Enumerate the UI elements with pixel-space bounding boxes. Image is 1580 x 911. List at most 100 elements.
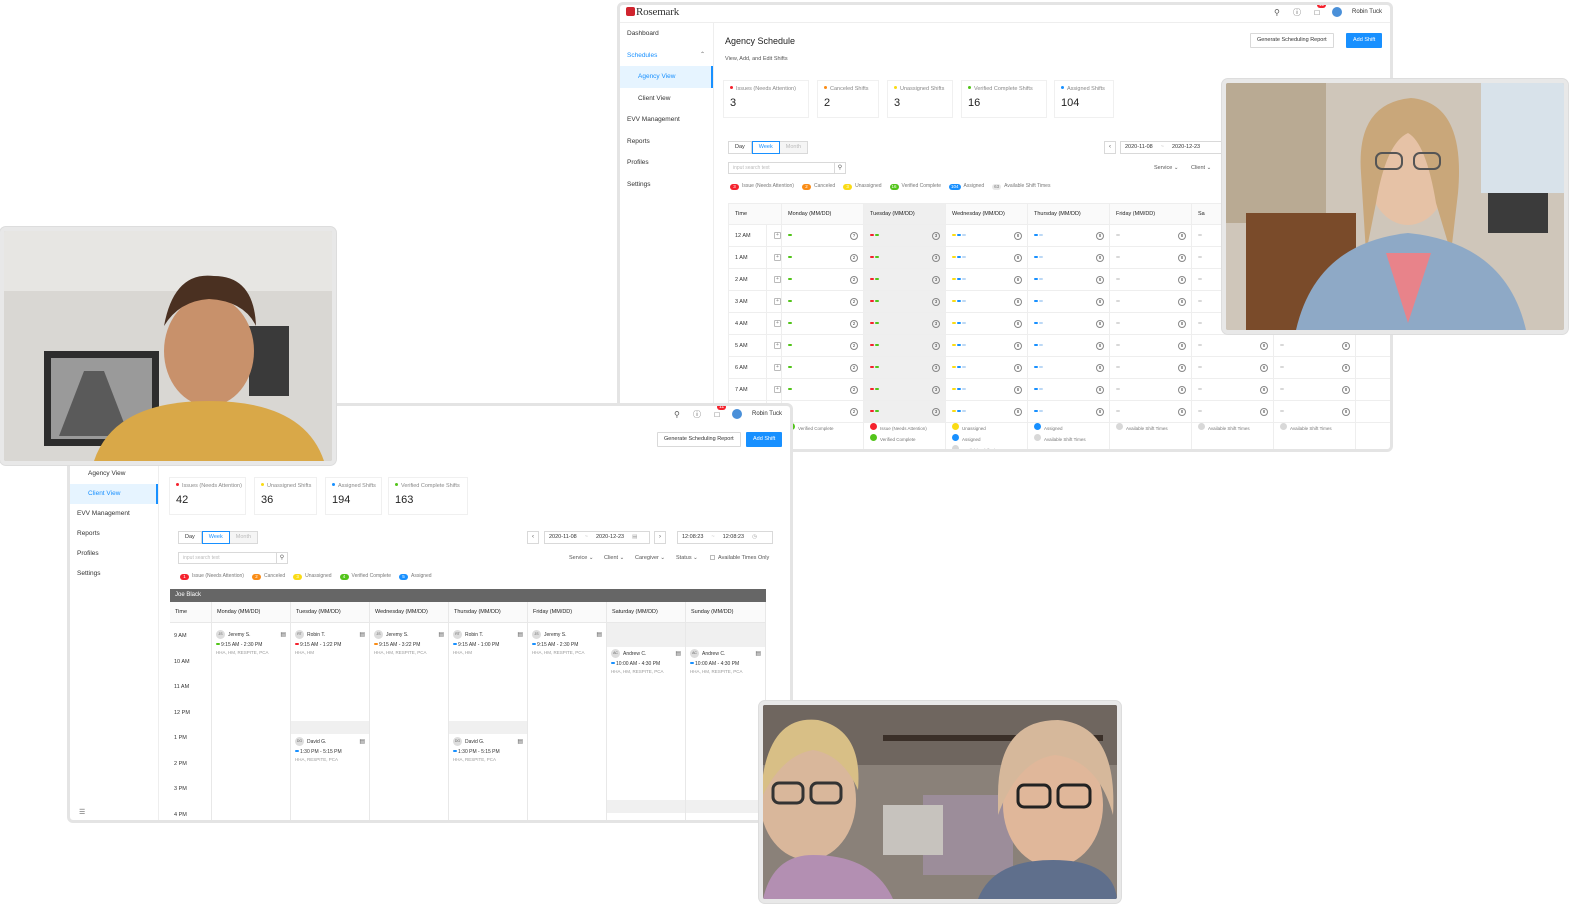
view-month-button[interactable]: Month: [229, 532, 258, 543]
add-shift-button[interactable]: Add Shift: [1346, 33, 1383, 48]
grid-cell-thursday[interactable]: 8: [1027, 268, 1110, 291]
grid-cell-monday[interactable]: 2: [781, 378, 864, 401]
date-range-picker[interactable]: 2020-11-08 ~2020-12-23: [1120, 141, 1230, 154]
video-tile-participant-2[interactable]: [1222, 79, 1568, 334]
shift-card[interactable]: DG David G. ▤ 1:30 PM - 5:15 PM HHA, RESPI…: [293, 735, 367, 764]
grid-cell-saturday[interactable]: 8: [1191, 334, 1274, 357]
grid-cell-wednesday[interactable]: 8: [945, 400, 1028, 423]
grid-cell-friday[interactable]: 8: [1109, 290, 1192, 313]
document-icon[interactable]: ▤: [359, 738, 365, 745]
grid-cell-wednesday[interactable]: 8: [945, 224, 1028, 247]
grid-cell-thursday[interactable]: 8: [1027, 400, 1110, 423]
date-range-picker[interactable]: 2020-11-08 ~2020-12-23 ▤: [544, 531, 650, 544]
shift-card[interactable]: JS Jeremy S. ▤ 9:15 AM - 2:30 PM HHA, HM, …: [214, 628, 288, 657]
grid-cell-thursday[interactable]: 8: [1027, 224, 1110, 247]
legend-item-canceled[interactable]: 2 Canceled: [801, 183, 835, 190]
footer-status-tag[interactable]: Available Shift Times: [1116, 423, 1191, 435]
document-icon[interactable]: ▤: [280, 631, 286, 638]
video-tile-participant-3[interactable]: [759, 701, 1121, 903]
view-day-button[interactable]: Day: [179, 532, 202, 543]
grid-cell-saturday[interactable]: 8: [1191, 356, 1274, 379]
grid-cell-sunday[interactable]: 8: [1273, 378, 1356, 401]
search-icon[interactable]: ⚲: [1272, 7, 1282, 17]
grid-cell-tuesday[interactable]: 3: [863, 312, 946, 335]
grid-cell-sunday[interactable]: 8: [1273, 334, 1356, 357]
footer-status-tag[interactable]: Assigned: [1034, 423, 1109, 435]
expand-row-cell[interactable]: +: [766, 246, 782, 269]
service-dropdown[interactable]: Service ⌄: [569, 555, 593, 561]
expand-row-cell[interactable]: +: [766, 334, 782, 357]
grid-cell-thursday[interactable]: 8: [1027, 356, 1110, 379]
grid-cell-monday[interactable]: 2: [781, 400, 864, 423]
legend-item-assigned[interactable]: 104 Assigned: [949, 183, 984, 190]
plus-icon[interactable]: +: [774, 254, 781, 261]
sidebar-item-settings[interactable]: Settings: [70, 564, 158, 584]
user-name[interactable]: Robin Tuck: [1352, 9, 1382, 15]
plus-icon[interactable]: +: [774, 342, 781, 349]
legend-item-available[interactable]: 63 Available Shift Times: [992, 183, 1050, 190]
grid-cell-wednesday[interactable]: 8: [945, 312, 1028, 335]
grid-cell-wednesday[interactable]: 8: [945, 290, 1028, 313]
grid-cell-saturday[interactable]: 8: [1191, 378, 1274, 401]
service-dropdown[interactable]: Service ⌄: [1154, 165, 1178, 171]
expand-row-cell[interactable]: +: [766, 378, 782, 401]
stat-issues[interactable]: Issues (Needs Attention) 3: [724, 81, 808, 117]
grid-cell-sunday[interactable]: 8: [1273, 356, 1356, 379]
rosemark-logo[interactable]: Rosemark: [626, 6, 679, 18]
document-icon[interactable]: ▤: [596, 631, 602, 638]
plus-icon[interactable]: +: [774, 320, 781, 327]
grid-cell-tuesday[interactable]: 3: [863, 246, 946, 269]
plus-icon[interactable]: +: [774, 232, 781, 239]
grid-cell-thursday[interactable]: 8: [1027, 334, 1110, 357]
grid-cell-monday[interactable]: ?: [781, 224, 864, 247]
sidebar-item-client-view[interactable]: Client View: [620, 88, 713, 110]
grid-cell-wednesday[interactable]: 8: [945, 378, 1028, 401]
stat-assigned[interactable]: Assigned Shifts 104: [1055, 81, 1113, 117]
sidebar-item-dashboard[interactable]: Dashboard: [620, 23, 713, 45]
sidebar-item-client-view[interactable]: Client View: [70, 484, 158, 504]
view-month-button[interactable]: Month: [779, 142, 808, 153]
grid-cell-friday[interactable]: 8: [1109, 312, 1192, 335]
document-icon[interactable]: ▤: [438, 631, 444, 638]
sidebar-item-evv[interactable]: EVV Management: [70, 504, 158, 524]
prev-date-button[interactable]: ‹: [527, 531, 539, 544]
footer-status-tag[interactable]: Unassigned: [952, 423, 1027, 435]
legend-item-assigned[interactable]: 5 Assigned: [399, 573, 432, 580]
grid-cell-tuesday[interactable]: 3: [863, 356, 946, 379]
grid-cell-monday[interactable]: 2: [781, 246, 864, 269]
grid-cell-thursday[interactable]: 8: [1027, 378, 1110, 401]
search-icon[interactable]: ⚲: [834, 163, 845, 173]
view-day-button[interactable]: Day: [729, 142, 752, 153]
shift-card[interactable]: RT Robin T. ▤ 9:15 AM - 1:00 PM HHA, HM: [451, 628, 525, 657]
generate-report-button[interactable]: Generate Scheduling Report: [1250, 33, 1334, 48]
legend-item-canceled[interactable]: 2 Canceled: [251, 573, 285, 580]
grid-cell-friday[interactable]: 8: [1109, 378, 1192, 401]
client-dropdown[interactable]: Client ⌄: [604, 555, 624, 561]
grid-cell-tuesday[interactable]: 3: [863, 334, 946, 357]
expand-row-cell[interactable]: +: [766, 312, 782, 335]
footer-status-tag[interactable]: Assigned: [952, 434, 1027, 445]
grid-cell-tuesday[interactable]: 3: [863, 268, 946, 291]
checkbox-box[interactable]: [710, 555, 715, 560]
document-icon[interactable]: ▤: [675, 650, 681, 657]
view-week-button[interactable]: Week: [751, 141, 780, 154]
sidebar-item-profiles[interactable]: Profiles: [70, 544, 158, 564]
stat-issues[interactable]: Issues (Needs Attention) 42: [170, 478, 245, 514]
shift-card[interactable]: JS Jeremy S. ▤ 9:15 AM - 2:30 PM HHA, HM, …: [530, 628, 604, 657]
client-dropdown[interactable]: Client ⌄: [1191, 165, 1211, 171]
shift-card[interactable]: JS Jeremy S. ▤ 9:15 AM - 3:22 PM HHA, HM, …: [372, 628, 446, 657]
stat-assigned[interactable]: Assigned Shifts 194: [326, 478, 381, 514]
legend-item-verified[interactable]: 4 Verified Complete: [339, 573, 391, 580]
grid-cell-saturday[interactable]: 8: [1191, 400, 1274, 423]
footer-status-tag[interactable]: Available Shift Times: [1280, 423, 1355, 435]
grid-cell-friday[interactable]: 8: [1109, 400, 1192, 423]
sidebar-item-agency-view[interactable]: Agency View: [70, 464, 158, 484]
shift-card[interactable]: DG David G. ▤ 1:30 PM - 5:15 PM HHA, RESPI…: [451, 735, 525, 764]
status-dropdown[interactable]: Status ⌄: [676, 555, 698, 561]
grid-cell-monday[interactable]: 2: [781, 268, 864, 291]
legend-item-verified[interactable]: 16 Verified Complete: [889, 183, 941, 190]
grid-cell-wednesday[interactable]: 8: [945, 356, 1028, 379]
sidebar-item-settings[interactable]: Settings: [620, 174, 713, 196]
stat-verified[interactable]: Verified Complete Shifts 163: [389, 478, 467, 514]
grid-cell-friday[interactable]: 8: [1109, 356, 1192, 379]
